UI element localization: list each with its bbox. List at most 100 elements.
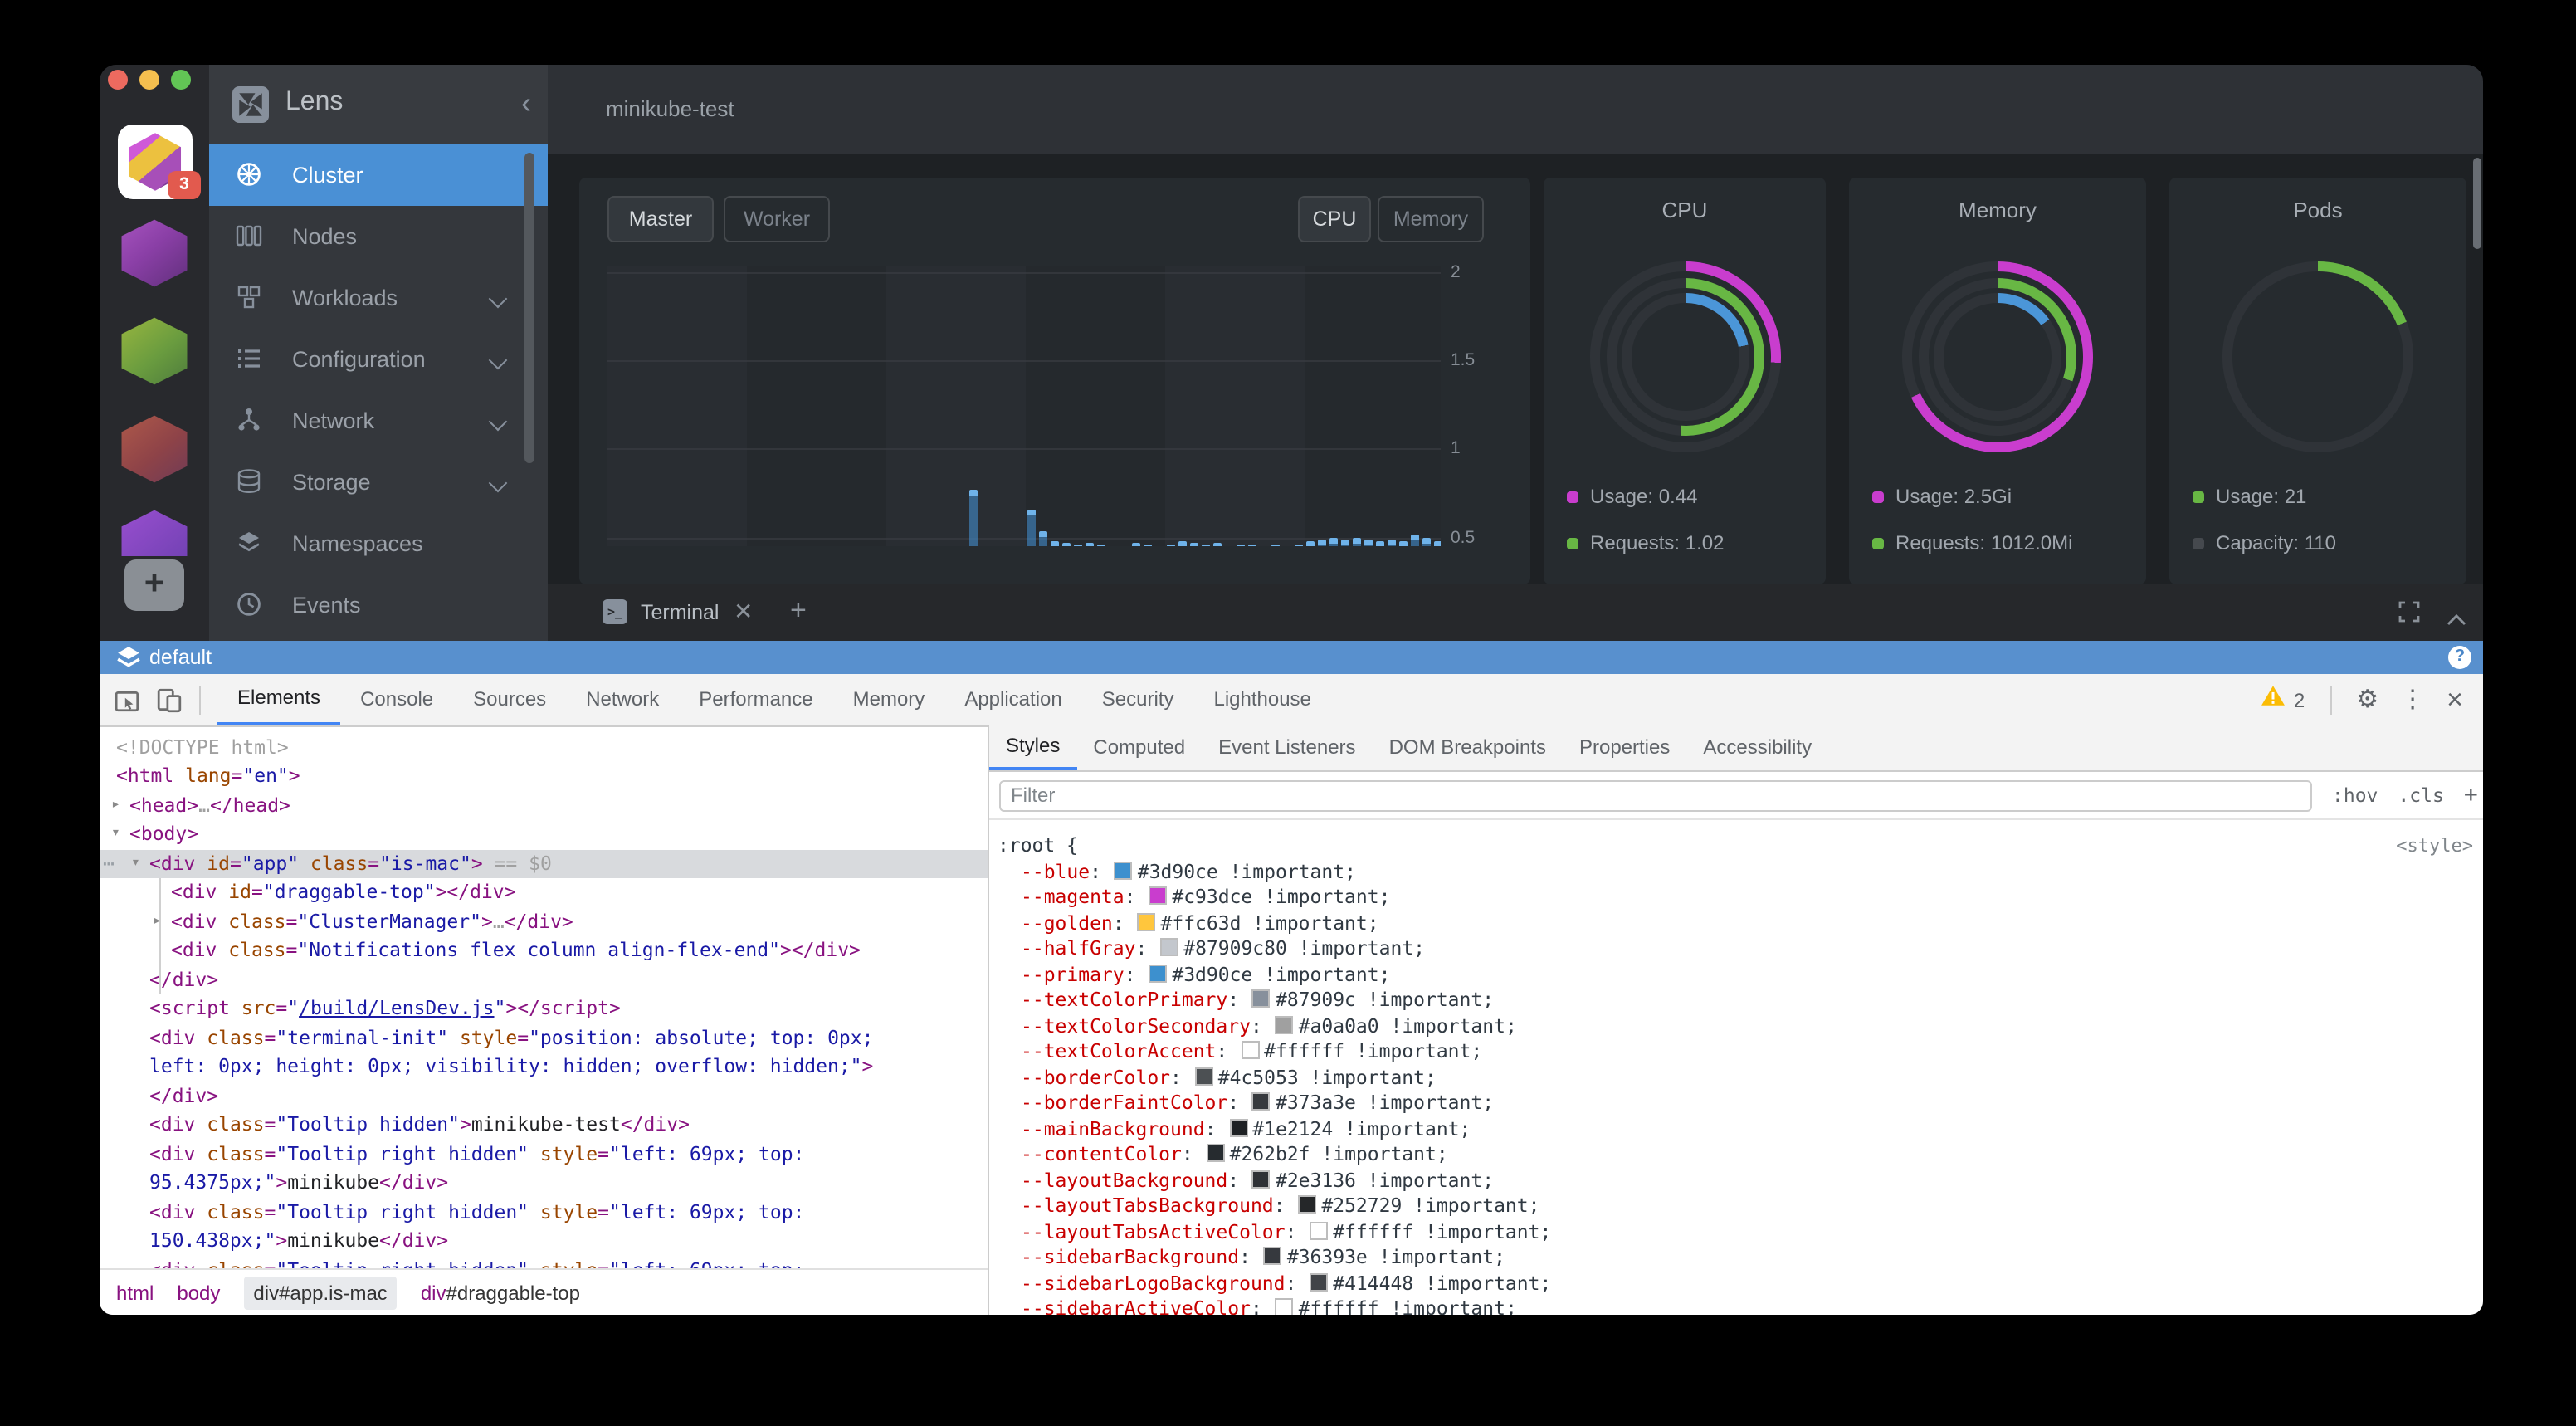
color-swatch[interactable] [1138,912,1156,930]
dom-tree-node[interactable]: </div> [100,1082,988,1111]
css-declaration[interactable]: --textColorAccent: #ffffff !important; [989,1039,2483,1065]
disclosure-open-icon[interactable]: ▾ [111,820,120,849]
dom-tree-node[interactable]: ⋯▾<div id="app" class="is-mac"> == $0 [100,849,988,878]
color-swatch[interactable] [1115,861,1133,879]
terminal-tab[interactable]: Terminal [641,584,720,641]
dom-tree-node[interactable]: ▸<head>…</head> [100,791,988,820]
devtools-tab-memory[interactable]: Memory [833,674,945,725]
breadcrumb-item[interactable]: div#draggable-top [421,1281,580,1304]
css-declaration[interactable]: --textColorSecondary: #a0a0a0 !important… [989,1013,2483,1039]
content-scrollbar[interactable] [2473,158,2481,249]
cluster-5-button[interactable] [120,508,189,556]
cluster-2-button[interactable] [120,217,189,289]
node-tab-worker[interactable]: Worker [724,196,830,242]
terminal-fullscreen-icon[interactable] [2398,601,2420,631]
devtools-tab-application[interactable]: Application [944,674,1081,725]
chevron-down-icon[interactable] [489,290,508,309]
dom-tree-node[interactable]: <div id="draggable-top"></div> [100,878,988,907]
sidebar-item-nodes[interactable]: Nodes [209,206,548,267]
cluster-3-button[interactable] [120,315,189,387]
node-menu-icon[interactable]: ⋯ [103,849,115,878]
styles-tab-properties[interactable]: Properties [1563,725,1686,770]
color-swatch[interactable] [1160,938,1178,956]
dom-tree-node[interactable]: <div class="terminal-init" style="positi… [100,1023,988,1052]
dom-tree-node[interactable]: </div> [100,965,988,994]
styles-tab-styles[interactable]: Styles [989,725,1076,770]
css-declaration[interactable]: --layoutBackground: #2e3136 !important; [989,1168,2483,1194]
css-declaration[interactable]: --magenta: #c93dce !important; [989,885,2483,911]
dom-tree-node[interactable]: left: 0px; height: 0px; visibility: hidd… [100,1052,988,1082]
sidebar-item-workloads[interactable]: Workloads [209,267,548,329]
css-declaration[interactable]: --sidebarLogoBackground: #414448 !import… [989,1271,2483,1297]
style-source-link[interactable]: <style> [2396,833,2473,859]
css-declaration[interactable]: --golden: #ffc63d !important; [989,911,2483,936]
sidebar-item-storage[interactable]: Storage [209,452,548,513]
dom-tree-node[interactable]: <!DOCTYPE html> [100,733,988,762]
pseudo-state-toggle[interactable]: :hov [2332,784,2378,807]
help-button[interactable]: ? [2448,646,2471,669]
css-declaration[interactable]: --borderFaintColor: #373a3e !important; [989,1091,2483,1116]
chevron-down-icon[interactable] [489,413,508,432]
add-cluster-button[interactable]: + [124,559,184,611]
dom-tree-node[interactable]: <div class="Tooltip right hidden" style=… [100,1198,988,1227]
cluster-minikube-active-button[interactable]: 3 [118,125,193,199]
namespace-label[interactable]: default [149,641,212,674]
dom-tree-node[interactable]: <div class="Notifications flex column al… [100,936,988,965]
breadcrumb-item[interactable]: html [116,1281,154,1304]
devtools-tab-elements[interactable]: Elements [217,674,340,725]
sidebar-scrollbar[interactable] [524,153,534,463]
terminal-close-icon[interactable]: ✕ [734,584,753,639]
css-declaration[interactable]: --mainBackground: #1e2124 !important; [989,1116,2483,1142]
css-declaration[interactable]: --layoutTabsActiveColor: #ffffff !import… [989,1219,2483,1245]
warning-icon[interactable] [2261,684,2286,715]
css-declaration[interactable]: --blue: #3d90ce !important; [989,859,2483,885]
css-declaration[interactable]: --borderColor: #4c5053 !important; [989,1065,2483,1091]
css-declaration[interactable]: --textColorPrimary: #87909c !important; [989,988,2483,1013]
terminal-add-icon[interactable]: + [790,584,807,637]
sidebar-item-network[interactable]: Network [209,390,548,452]
devtools-tab-lighthouse[interactable]: Lighthouse [1193,674,1330,725]
sidebar-item-configuration[interactable]: Configuration [209,329,548,390]
new-style-rule-button[interactable]: + [2464,782,2478,808]
breadcrumb-item[interactable]: body [177,1281,220,1304]
devtools-close-icon[interactable]: × [2447,686,2463,713]
color-swatch[interactable] [1252,989,1271,1008]
styles-tab-computed[interactable]: Computed [1076,725,1202,770]
color-swatch[interactable] [1298,1195,1316,1214]
chevron-down-icon[interactable] [489,351,508,370]
dom-tree-node[interactable]: <div class="Tooltip right hidden" style=… [100,1256,988,1268]
device-toolbar-icon[interactable] [156,686,183,713]
css-declaration[interactable]: --primary: #3d90ce !important; [989,962,2483,988]
color-swatch[interactable] [1149,964,1167,982]
styles-filter-input[interactable] [999,779,2312,811]
styles-tab-accessibility[interactable]: Accessibility [1686,725,1828,770]
chevron-down-icon[interactable] [489,474,508,493]
disclosure-open-icon[interactable]: ▾ [131,849,140,878]
cluster-4-button[interactable] [120,413,189,485]
minimize-window-button[interactable] [139,70,159,90]
color-swatch[interactable] [1195,1067,1213,1085]
css-declaration[interactable]: --halfGray: #87909c80 !important; [989,936,2483,962]
color-swatch[interactable] [1310,1272,1328,1291]
styles-tab-event-listeners[interactable]: Event Listeners [1202,725,1372,770]
metric-tab-cpu[interactable]: CPU [1298,196,1371,242]
color-swatch[interactable] [1310,1221,1328,1239]
color-swatch[interactable] [1252,1092,1271,1111]
color-swatch[interactable] [1207,1144,1225,1162]
devtools-tab-console[interactable]: Console [340,674,453,725]
close-window-button[interactable] [108,70,128,90]
css-declaration[interactable]: --sidebarActiveColor: #ffffff !important… [989,1297,2483,1315]
color-swatch[interactable] [1252,1170,1271,1188]
devtools-settings-icon[interactable]: ⚙ [2356,686,2378,713]
sidebar-item-namespaces[interactable]: Namespaces [209,513,548,574]
dom-tree-node[interactable]: <script src="/build/LensDev.js"></script… [100,994,988,1023]
devtools-tab-security[interactable]: Security [1082,674,1194,725]
dom-tree-node[interactable]: ▾<body> [100,820,988,849]
sidebar-collapse-icon[interactable]: ‹ [521,85,531,121]
devtools-tab-performance[interactable]: Performance [679,674,832,725]
dom-tree-node[interactable]: 150.438px;">minikube</div> [100,1227,988,1256]
css-declaration[interactable]: --contentColor: #262b2f !important; [989,1142,2483,1168]
devtools-tab-network[interactable]: Network [566,674,679,725]
node-tab-master[interactable]: Master [607,196,714,242]
color-swatch[interactable] [1229,1118,1247,1136]
